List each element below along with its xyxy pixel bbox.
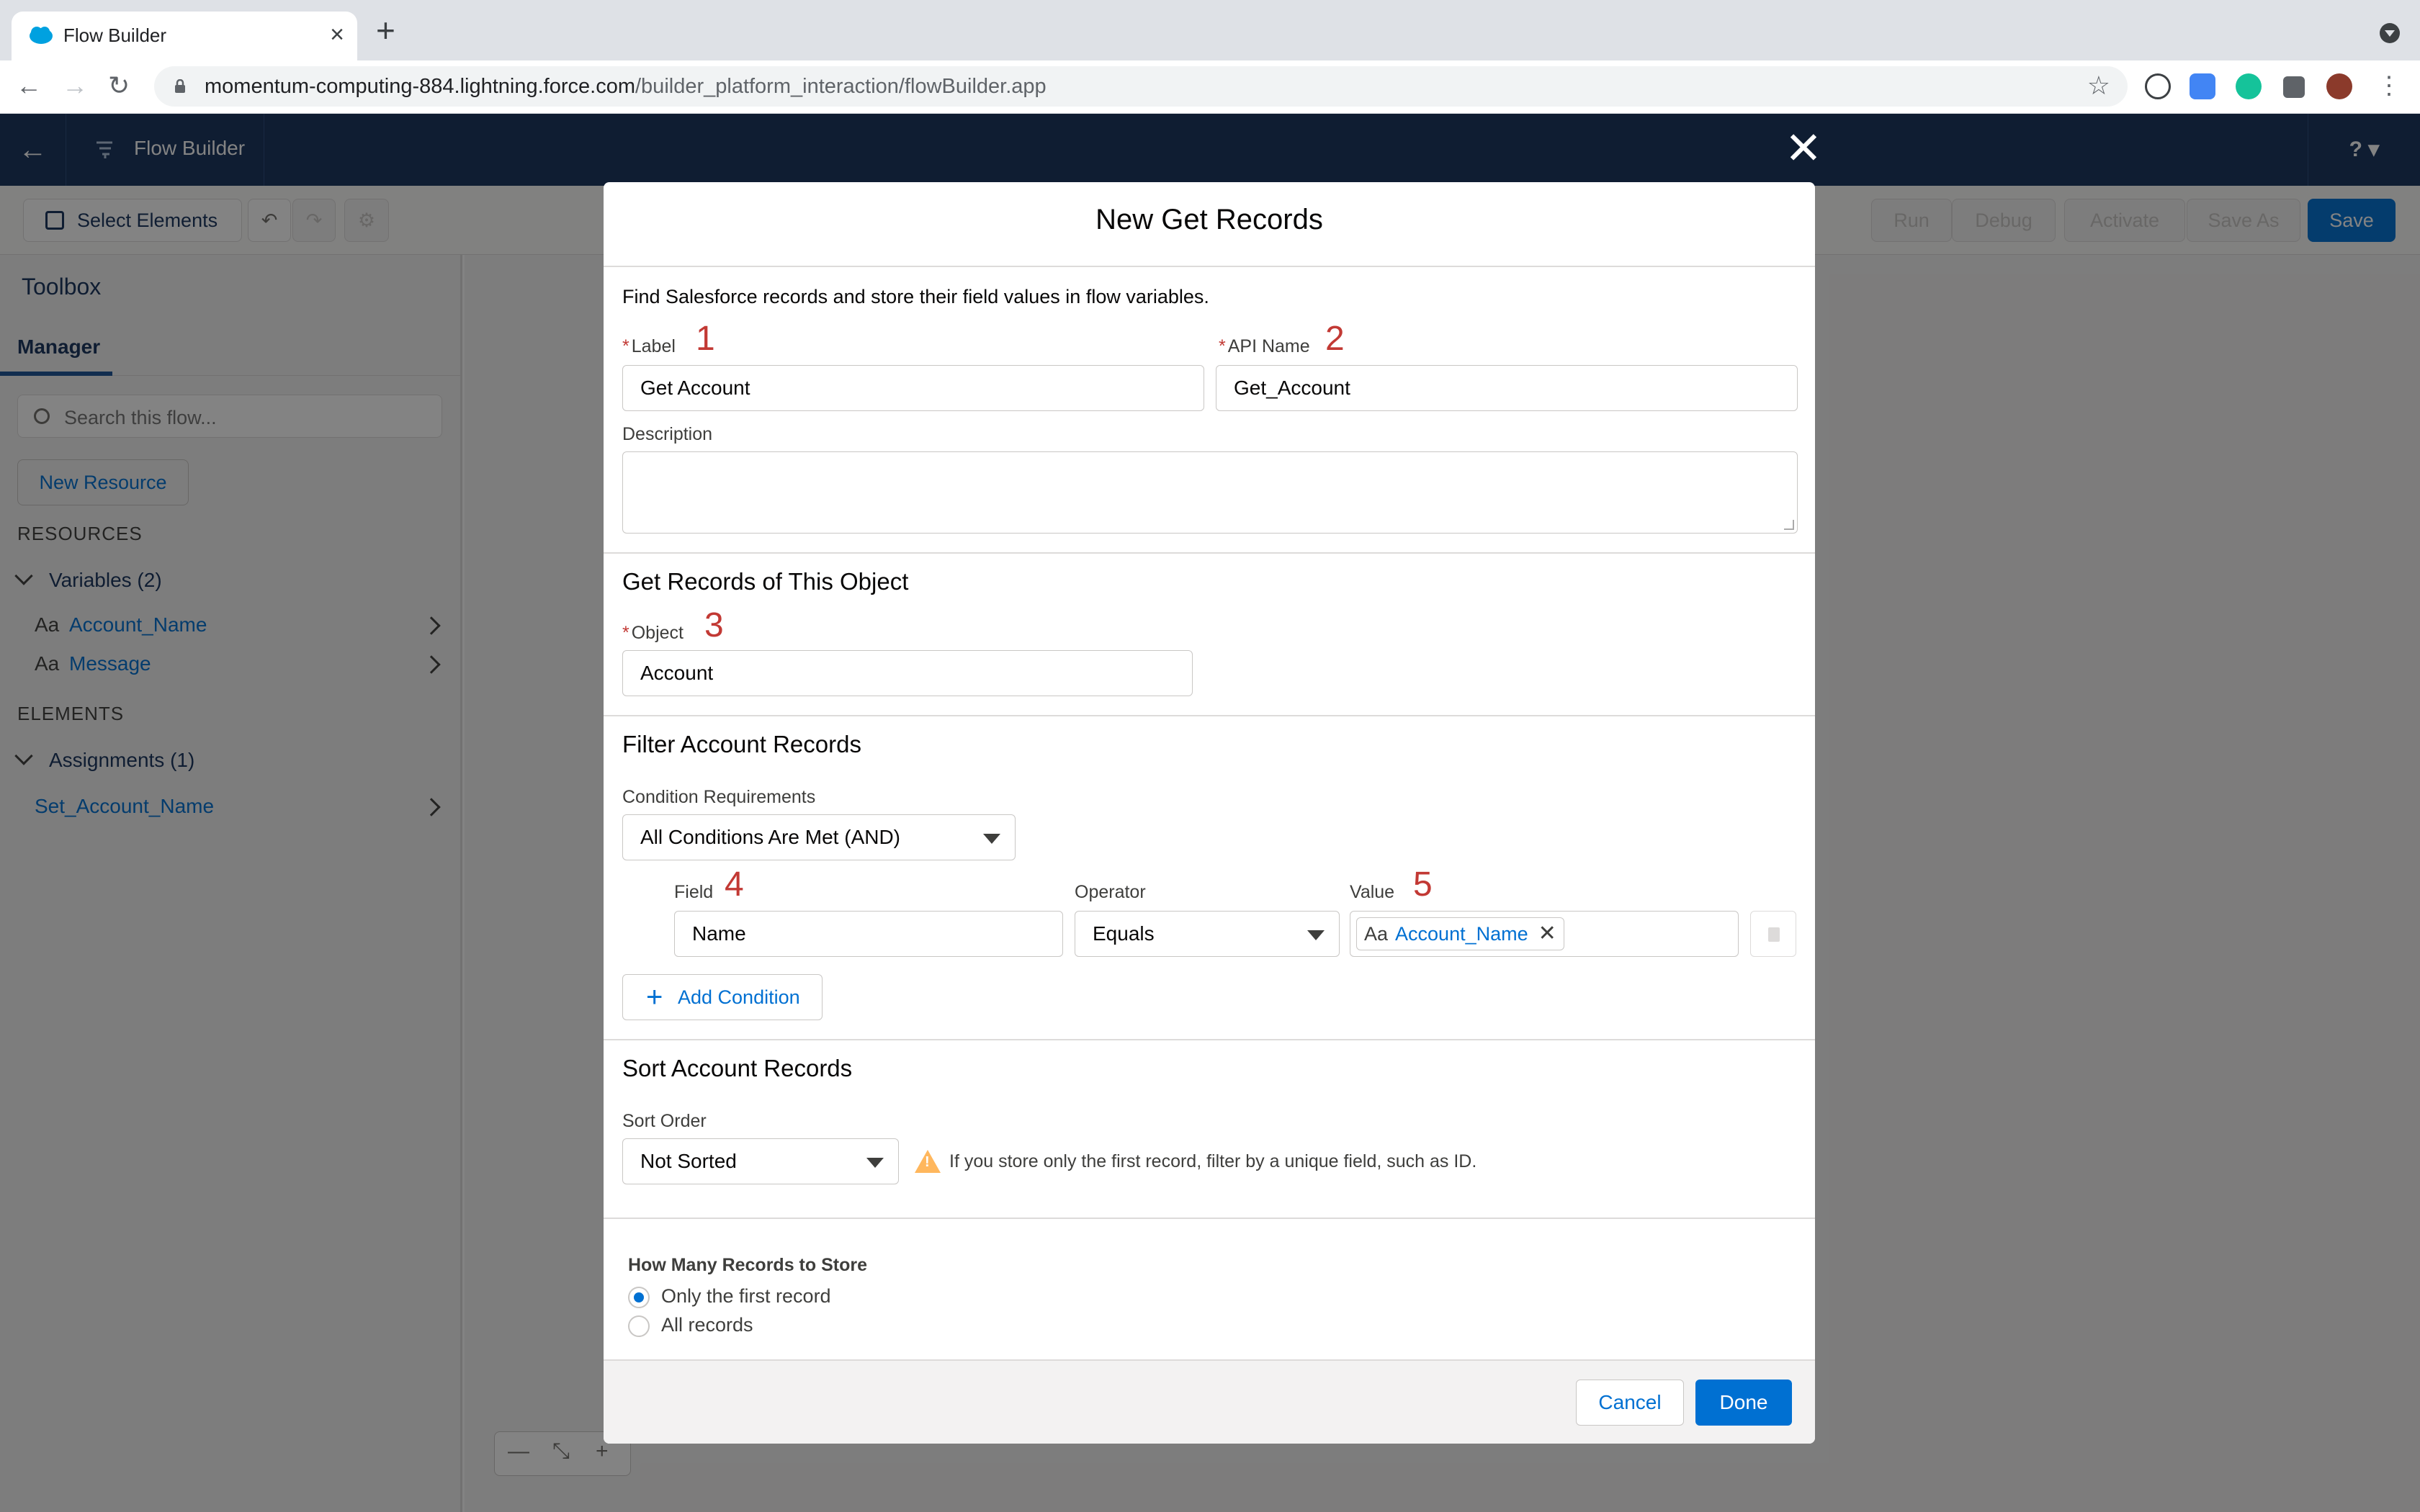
object-input[interactable]: Account xyxy=(622,650,1193,696)
add-condition-label: Add Condition xyxy=(678,986,800,1008)
filter-section-title: Filter Account Records xyxy=(622,731,861,757)
required-asterisk: * xyxy=(622,336,629,356)
modal-header: New Get Records xyxy=(604,182,1815,267)
browser-tab[interactable]: Flow Builder × xyxy=(12,12,357,60)
chevron-down-icon xyxy=(1307,930,1325,940)
grammarly-extension-icon[interactable] xyxy=(2236,73,2262,99)
condition-value-input[interactable]: Aa Account_Name ✕ xyxy=(1350,911,1739,957)
api-name-field-label: * API Name xyxy=(1219,336,1310,357)
annotation-number: 5 xyxy=(1413,865,1433,904)
bookmark-star-icon[interactable]: ☆ xyxy=(2087,71,2110,101)
remove-pill-icon[interactable]: ✕ xyxy=(1538,922,1556,945)
object-section-title: Get Records of This Object xyxy=(622,568,909,595)
condition-field-input[interactable]: Name xyxy=(674,911,1063,957)
description-textarea[interactable] xyxy=(622,451,1798,534)
label-input[interactable]: Get Account xyxy=(622,365,1204,411)
condition-requirements-select[interactable]: All Conditions Are Met (AND) xyxy=(622,814,1016,860)
condition-requirements-label: Condition Requirements xyxy=(622,787,816,807)
operator-column-label: Operator xyxy=(1075,882,1146,902)
api-name-input[interactable]: Get_Account xyxy=(1216,365,1798,411)
back-icon[interactable]: ← xyxy=(16,68,42,104)
close-tab-icon[interactable]: × xyxy=(330,20,344,49)
section-divider xyxy=(604,1218,1815,1219)
reload-icon[interactable]: ↻ xyxy=(108,68,130,104)
browser-toolbar: ← → ↻ momentum-computing-884.lightning.f… xyxy=(0,60,2420,114)
url-text: momentum-computing-884.lightning.force.c… xyxy=(205,75,1047,99)
modal-title: New Get Records xyxy=(1095,204,1323,235)
section-divider xyxy=(604,1039,1815,1040)
api-name-field-text: API Name xyxy=(1227,336,1310,356)
text-type-icon: Aa xyxy=(1364,923,1389,945)
sort-order-label: Sort Order xyxy=(622,1111,707,1131)
cancel-button[interactable]: Cancel xyxy=(1576,1380,1684,1426)
annotation-number: 4 xyxy=(725,865,744,904)
annotation-number: 1 xyxy=(696,320,715,358)
add-condition-button[interactable]: + Add Condition xyxy=(622,974,823,1020)
address-bar[interactable]: momentum-computing-884.lightning.force.c… xyxy=(154,66,2128,107)
annotation-number: 3 xyxy=(704,606,724,644)
section-divider xyxy=(604,552,1815,554)
condition-operator-value: Equals xyxy=(1093,922,1155,945)
browser-menu-icon[interactable]: ⋮ xyxy=(2377,68,2401,104)
done-button[interactable]: Done xyxy=(1695,1380,1792,1426)
label-field-text: Label xyxy=(631,336,676,356)
modal-close-icon[interactable]: ✕ xyxy=(1785,125,1822,173)
value-column-label: Value xyxy=(1350,882,1395,902)
radio-only-first-record[interactable] xyxy=(628,1287,650,1308)
salesforce-cloud-icon xyxy=(30,27,53,44)
password-extension-icon[interactable] xyxy=(2145,73,2171,99)
tab-title: Flow Builder xyxy=(63,24,167,46)
search-extension-icon[interactable] xyxy=(2190,73,2215,99)
condition-operator-select[interactable]: Equals xyxy=(1075,911,1340,957)
sort-order-select[interactable]: Not Sorted xyxy=(622,1138,899,1184)
profile-avatar[interactable] xyxy=(2326,73,2352,99)
value-resource-pill[interactable]: Aa Account_Name ✕ xyxy=(1356,917,1564,950)
description-label: Description xyxy=(622,424,713,444)
tab-search-icon[interactable] xyxy=(2380,23,2400,43)
required-asterisk: * xyxy=(1219,336,1226,356)
warning-icon xyxy=(915,1150,941,1173)
condition-requirements-value: All Conditions Are Met (AND) xyxy=(640,826,901,848)
annotation-number: 2 xyxy=(1325,320,1345,358)
url-host: momentum-computing-884.lightning.force.c… xyxy=(205,75,635,98)
radio-label: Only the first record xyxy=(661,1285,831,1307)
sort-warning-text: If you store only the first record, filt… xyxy=(949,1151,1477,1171)
delete-condition-button[interactable] xyxy=(1750,911,1796,957)
forward-icon[interactable]: → xyxy=(62,68,88,104)
radio-label: All records xyxy=(661,1314,753,1336)
chevron-down-icon xyxy=(866,1158,884,1168)
chevron-down-icon xyxy=(983,834,1000,844)
url-path: /builder_platform_interaction/flowBuilde… xyxy=(635,75,1047,98)
sort-order-value: Not Sorted xyxy=(640,1150,737,1172)
modal-footer: Cancel Done xyxy=(604,1359,1815,1444)
modal-intro-text: Find Salesforce records and store their … xyxy=(622,286,1209,307)
store-section-title: How Many Records to Store xyxy=(628,1255,867,1275)
new-get-records-modal: New Get Records Find Salesforce records … xyxy=(604,182,1815,1444)
field-column-label: Field xyxy=(674,882,714,902)
section-divider xyxy=(604,715,1815,716)
plus-icon: + xyxy=(646,981,663,1013)
object-field-label: * Object xyxy=(622,623,684,644)
label-field-label: * Label xyxy=(622,336,676,357)
value-pill-label: Account_Name xyxy=(1395,923,1528,945)
extensions-puzzle-icon[interactable] xyxy=(2283,76,2305,98)
new-tab-icon[interactable]: + xyxy=(376,14,395,47)
radio-all-records[interactable] xyxy=(628,1315,650,1337)
sort-section-title: Sort Account Records xyxy=(622,1055,853,1081)
object-field-text: Object xyxy=(631,623,684,643)
required-asterisk: * xyxy=(622,623,629,643)
lock-icon xyxy=(175,79,185,93)
browser-tabstrip: Flow Builder × + xyxy=(0,0,2420,60)
